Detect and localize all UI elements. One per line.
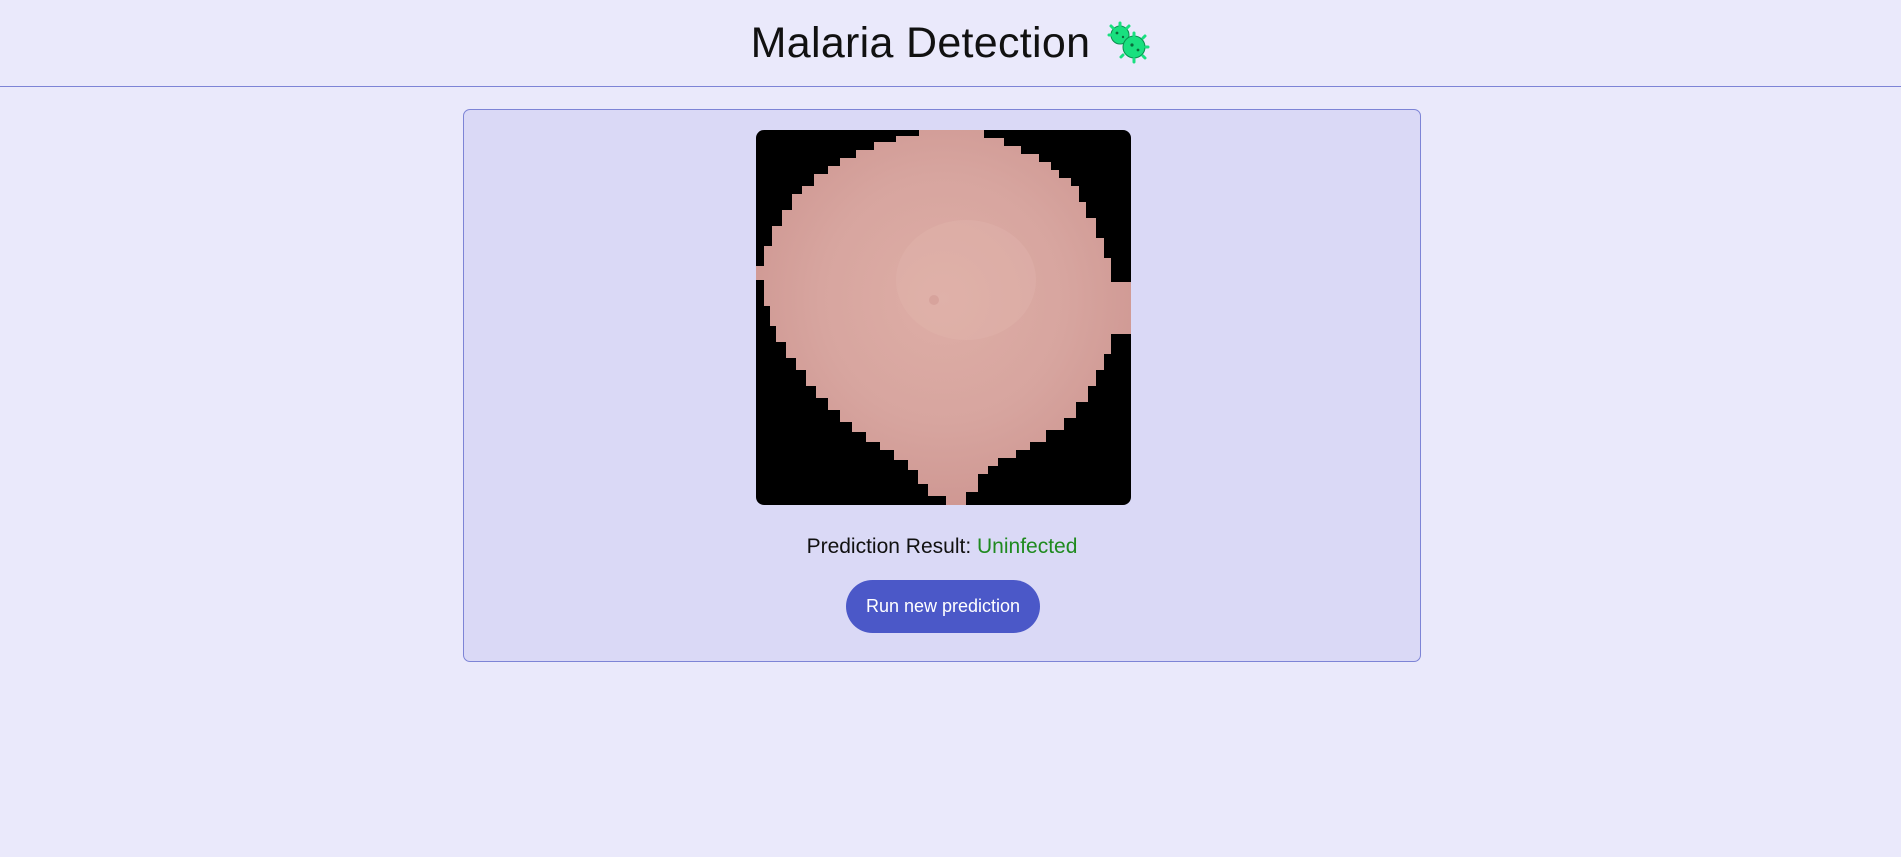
run-new-prediction-button[interactable]: Run new prediction bbox=[846, 580, 1040, 633]
result-value: Uninfected bbox=[977, 535, 1078, 558]
prediction-card: Prediction Result: Uninfected Run new pr… bbox=[463, 109, 1421, 662]
cell-image bbox=[756, 130, 1131, 505]
page-title: Malaria Detection bbox=[750, 18, 1091, 67]
blood-cell-graphic bbox=[756, 130, 1131, 505]
app-header: Malaria Detection bbox=[0, 0, 1901, 87]
title-wrap: Malaria Detection bbox=[751, 19, 1151, 68]
prediction-result: Prediction Result: Uninfected bbox=[464, 535, 1420, 559]
result-label: Prediction Result: bbox=[806, 535, 972, 558]
microbe-icon bbox=[1106, 21, 1150, 65]
